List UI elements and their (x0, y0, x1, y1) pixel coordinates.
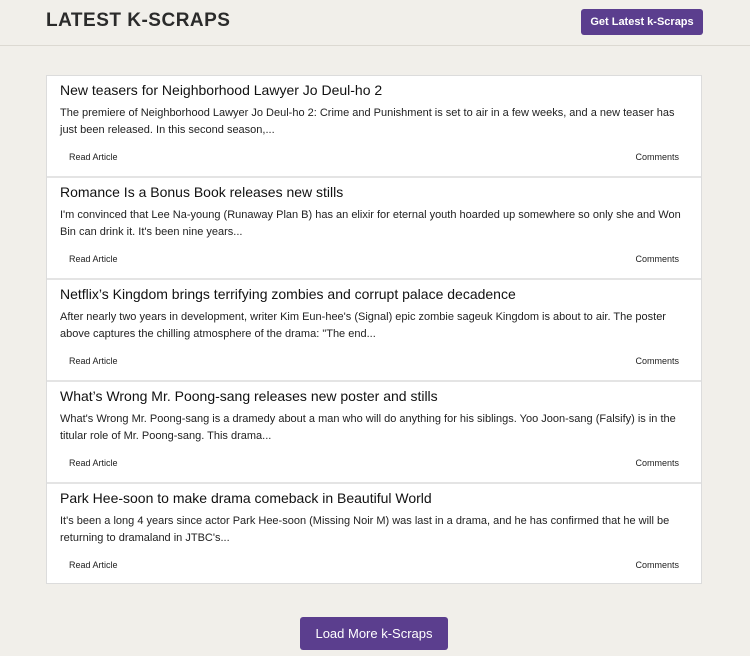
read-article-link[interactable]: Read Article (69, 152, 118, 162)
comments-link[interactable]: Comments (635, 356, 679, 366)
article-title[interactable]: Romance Is a Bonus Book releases new sti… (60, 184, 690, 200)
article-card: Romance Is a Bonus Book releases new sti… (47, 178, 701, 280)
comments-link[interactable]: Comments (635, 254, 679, 264)
article-title[interactable]: Park Hee-soon to make drama comeback in … (60, 490, 690, 506)
load-more-button[interactable]: Load More k-Scraps (300, 617, 448, 650)
article-excerpt: After nearly two years in development, w… (60, 311, 666, 340)
read-article-link[interactable]: Read Article (69, 560, 118, 570)
article-excerpt: What's Wrong Mr. Poong-sang is a dramedy… (60, 413, 676, 442)
page-header: LATEST K-SCRAPS Get Latest k-Scraps (0, 0, 750, 46)
comments-link[interactable]: Comments (635, 152, 679, 162)
read-article-link[interactable]: Read Article (69, 458, 118, 468)
page-title: LATEST K-SCRAPS (46, 10, 231, 31)
article-excerpt: I'm convinced that Lee Na-young (Runaway… (60, 209, 681, 238)
article-card: Netflix’s Kingdom brings terrifying zomb… (47, 280, 701, 382)
read-article-link[interactable]: Read Article (69, 254, 118, 264)
article-title[interactable]: Netflix’s Kingdom brings terrifying zomb… (60, 286, 690, 302)
article-card: New teasers for Neighborhood Lawyer Jo D… (47, 76, 701, 178)
article-card: What’s Wrong Mr. Poong-sang releases new… (47, 382, 701, 484)
article-list: New teasers for Neighborhood Lawyer Jo D… (46, 75, 702, 584)
article-title[interactable]: What’s Wrong Mr. Poong-sang releases new… (60, 388, 690, 404)
article-title[interactable]: New teasers for Neighborhood Lawyer Jo D… (60, 82, 690, 98)
article-card: Park Hee-soon to make drama comeback in … (47, 484, 701, 586)
article-excerpt: It's been a long 4 years since actor Par… (60, 515, 670, 544)
comments-link[interactable]: Comments (635, 458, 679, 468)
article-excerpt: The premiere of Neighborhood Lawyer Jo D… (60, 107, 675, 136)
page: LATEST K-SCRAPS Get Latest k-Scraps New … (0, 0, 750, 656)
read-article-link[interactable]: Read Article (69, 356, 118, 366)
comments-link[interactable]: Comments (635, 560, 679, 570)
get-latest-button[interactable]: Get Latest k-Scraps (581, 9, 703, 35)
